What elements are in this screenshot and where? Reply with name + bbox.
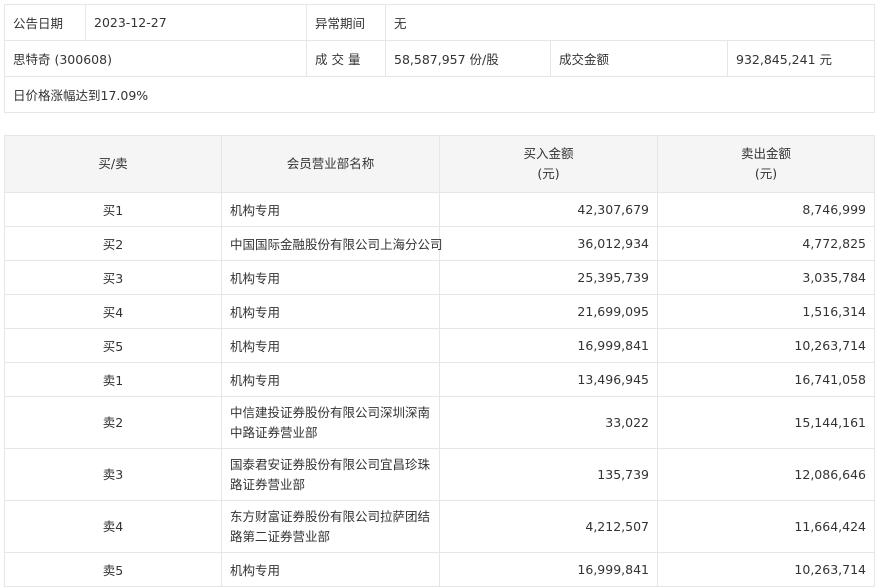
amount-label: 成交金额 [550,40,728,77]
side-cell: 买4 [4,294,222,329]
buy-amount-cell: 4,212,507 [439,500,658,553]
side-cell: 卖2 [4,396,222,449]
header-sell-label: 卖出金额 [740,146,791,161]
broker-name-cell: 机构专用 [221,362,440,397]
broker-name-cell: 国泰君安证券股份有限公司宜昌珍珠路证券营业部 [221,448,440,501]
listing-reason: 日价格涨幅达到17.09% [3,76,876,113]
sell-amount-cell: 1,516,314 [657,294,875,329]
sell-amount-cell: 10,263,714 [657,552,875,587]
table-row: 卖2 中信建投证券股份有限公司深圳深南中路证券营业部 33,022 15,144,16… [4,396,875,449]
sell-amount-cell: 11,664,424 [657,500,875,553]
buy-amount-cell: 21,699,095 [439,294,658,329]
header-side: 买/卖 [4,135,222,193]
broker-name-cell: 中国国际金融股份有限公司上海分公司 [221,226,443,261]
broker-name-cell: 中信建投证券股份有限公司深圳深南中路证券营业部 [221,396,440,449]
table-row: 卖1 机构专用 13,496,945 16,741,058 [4,362,875,397]
broker-name-cell: 机构专用 [221,328,440,363]
buy-amount-cell: 13,496,945 [439,362,658,397]
broker-trades-table: 买/卖 会员营业部名称 买入金额 (元) 卖出金额 (元) 买1 机构专用 42,307… [4,135,875,587]
broker-name-cell: 东方财富证券股份有限公司拉萨团结路第二证券营业部 [221,500,440,553]
broker-name-cell: 机构专用 [221,192,440,227]
header-sell-amount: 卖出金额 (元) [657,135,875,193]
broker-name-cell: 机构专用 [221,260,440,295]
buy-amount-cell: 33,022 [439,396,658,449]
side-cell: 卖4 [4,500,222,553]
side-cell: 卖1 [4,362,222,397]
buy-amount-cell: 16,999,841 [439,552,658,587]
abnormal-period: 无 [384,4,876,41]
side-cell: 卖3 [4,448,222,501]
broker-name-cell: 机构专用 [221,294,440,329]
header-buy-amount: 买入金额 (元) [439,135,658,193]
stock-info-table: 公告日期 2023-12-27 异常期间 无 思特奇 (300608) 成 交 … [3,4,876,113]
sell-amount-cell: 4,772,825 [657,226,875,261]
table-row: 买3 机构专用 25,395,739 3,035,784 [4,260,875,295]
header-sell-unit: (元) [754,166,778,181]
info-row: 公告日期 2023-12-27 异常期间 无 [4,4,876,41]
info-row: 日价格涨幅达到17.09% [3,76,876,113]
header-buy-label: 买入金额 [523,146,574,161]
broker-name-cell: 机构专用 [221,552,440,587]
sell-amount-cell: 16,741,058 [657,362,875,397]
announcement-date: 2023-12-27 [85,4,307,41]
table-row: 卖4 东方财富证券股份有限公司拉萨团结路第二证券营业部 4,212,507 11,66… [4,500,875,553]
sell-amount-cell: 3,035,784 [657,260,875,295]
side-cell: 买3 [4,260,222,295]
table-row: 卖3 国泰君安证券股份有限公司宜昌珍珠路证券营业部 135,739 12,086,64… [4,448,875,501]
buy-amount-cell: 25,395,739 [439,260,658,295]
amount-value: 932,845,241 元 [726,40,876,77]
table-row: 买1 机构专用 42,307,679 8,746,999 [4,192,875,227]
table-row: 卖5 机构专用 16,999,841 10,263,714 [4,552,875,587]
side-cell: 买5 [4,328,222,363]
side-cell: 买2 [4,226,222,261]
buy-amount-cell: 42,307,679 [439,192,658,227]
table-row: 买5 机构专用 16,999,841 10,263,714 [4,328,875,363]
table-row: 买4 机构专用 21,699,095 1,516,314 [4,294,875,329]
volume-value: 58,587,957 份/股 [385,40,551,77]
info-row: 思特奇 (300608) 成 交 量 58,587,957 份/股 成交金额 9… [4,40,876,77]
volume-label: 成 交 量 [306,40,386,77]
header-buy-unit: (元) [537,166,560,181]
table-header: 买/卖 会员营业部名称 买入金额 (元) 卖出金额 (元) [4,135,875,193]
stock-name: 思特奇 (300608) [4,40,307,77]
side-cell: 卖5 [4,552,222,587]
sell-amount-cell: 8,746,999 [657,192,875,227]
buy-amount-cell: 16,999,841 [439,328,658,363]
buy-amount-cell: 36,012,934 [439,226,658,261]
buy-amount-cell: 135,739 [439,448,658,501]
date-label: 公告日期 [4,4,86,41]
sell-amount-cell: 15,144,161 [657,396,875,449]
side-cell: 买1 [4,192,222,227]
sell-amount-cell: 12,086,646 [657,448,875,501]
period-label: 异常期间 [306,4,386,41]
table-row: 买2 中国国际金融股份有限公司上海分公司 36,012,934 4,772,825 [4,226,875,261]
header-broker: 会员营业部名称 [221,135,440,193]
sell-amount-cell: 10,263,714 [657,328,875,363]
